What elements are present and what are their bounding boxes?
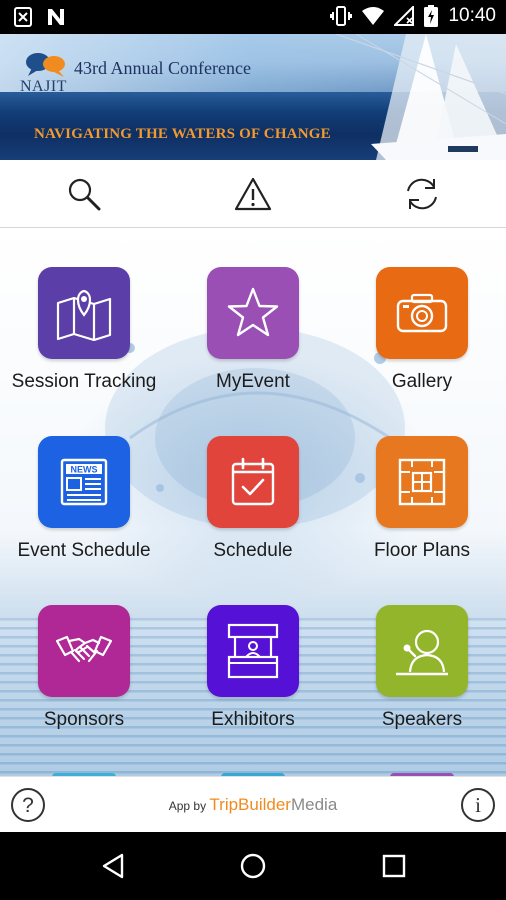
search-icon bbox=[68, 178, 101, 211]
banner-title: 43rd Annual Conference bbox=[74, 58, 251, 78]
tile-schedule[interactable]: Schedule bbox=[169, 436, 337, 562]
tile-icon-box: NEWS bbox=[38, 436, 130, 528]
tile-label: Exhibitors bbox=[211, 709, 295, 730]
tile-myevent[interactable]: MyEvent bbox=[169, 267, 337, 393]
tile-label: Event Schedule bbox=[17, 540, 151, 561]
tile-label: Session Tracking bbox=[11, 371, 157, 392]
brand-name-part1: TripBuilder bbox=[209, 795, 291, 814]
tile-floor-plans[interactable]: Floor Plans bbox=[338, 436, 506, 562]
notification-n-icon bbox=[48, 9, 64, 25]
search-button[interactable] bbox=[64, 174, 104, 214]
tile-icon-box bbox=[207, 436, 299, 528]
banner-tagline: NAVIGATING THE WATERS OF CHANGE bbox=[34, 126, 331, 142]
status-bar: 10:40 bbox=[0, 0, 506, 34]
tile-gallery[interactable]: Gallery bbox=[338, 267, 506, 393]
tile-speakers[interactable]: Speakers bbox=[338, 605, 506, 731]
toolbar bbox=[0, 160, 506, 228]
speaker-icon bbox=[396, 629, 448, 676]
no-signal-icon bbox=[394, 6, 415, 26]
tile-exhibitors[interactable]: Exhibitors bbox=[169, 605, 337, 731]
booth-icon bbox=[227, 623, 279, 679]
alert-icon bbox=[234, 177, 272, 211]
tile-label: Schedule bbox=[213, 540, 293, 561]
credit-prefix: App by bbox=[168, 799, 207, 813]
tile-icon-box bbox=[376, 267, 468, 359]
info-button[interactable]: i bbox=[461, 788, 495, 822]
vibrate-icon bbox=[330, 6, 353, 26]
recents-icon[interactable] bbox=[380, 852, 408, 880]
alert-button[interactable] bbox=[233, 174, 273, 214]
wifi-icon bbox=[362, 7, 385, 25]
tile-label: MyEvent bbox=[216, 371, 290, 392]
camera-icon bbox=[396, 293, 448, 333]
brand-name-part2: Media bbox=[290, 795, 338, 814]
footer: ? App by TripBuilderMedia i bbox=[0, 776, 506, 832]
main-menu-grid: Session Tracking MyEvent Gallery NEWS Ev… bbox=[0, 228, 506, 776]
tile-icon-box bbox=[207, 605, 299, 697]
tile-sponsors[interactable]: Sponsors bbox=[0, 605, 168, 731]
tile-icon-box bbox=[38, 605, 130, 697]
app-credit: App by TripBuilderMedia bbox=[0, 795, 506, 815]
map-pin-icon bbox=[56, 289, 112, 341]
tile-icon-box bbox=[207, 267, 299, 359]
tile-label: Speakers bbox=[381, 709, 463, 730]
tile-icon-box bbox=[376, 436, 468, 528]
close-box-icon bbox=[14, 7, 32, 27]
tile-label: Floor Plans bbox=[373, 540, 471, 561]
tile-event-schedule[interactable]: NEWS Event Schedule bbox=[0, 436, 168, 562]
sync-button[interactable] bbox=[402, 174, 442, 214]
home-icon[interactable] bbox=[239, 852, 267, 880]
svg-text:NEWS: NEWS bbox=[71, 465, 98, 475]
tile-label: Sponsors bbox=[43, 709, 125, 730]
calendar-check-icon bbox=[231, 457, 275, 506]
tile-session-tracking[interactable]: Session Tracking bbox=[0, 267, 168, 393]
star-icon bbox=[227, 287, 279, 337]
handshake-icon bbox=[55, 635, 113, 663]
back-icon[interactable] bbox=[100, 852, 128, 880]
tile-icon-box bbox=[376, 605, 468, 697]
sailboat-illustration bbox=[336, 34, 506, 160]
tile-label: Gallery bbox=[391, 371, 453, 392]
android-nav-bar bbox=[0, 832, 506, 900]
newspaper-icon: NEWS bbox=[60, 458, 108, 506]
tile-icon-box bbox=[38, 267, 130, 359]
conference-banner: NAJIT 43rd Annual Conference NAVIGATING … bbox=[0, 34, 506, 160]
floor-plan-icon bbox=[398, 458, 446, 506]
status-time: 10:40 bbox=[448, 5, 496, 26]
sync-icon bbox=[407, 178, 437, 210]
banner-logo-text: NAJIT bbox=[20, 78, 67, 95]
battery-charging-icon bbox=[424, 5, 439, 27]
